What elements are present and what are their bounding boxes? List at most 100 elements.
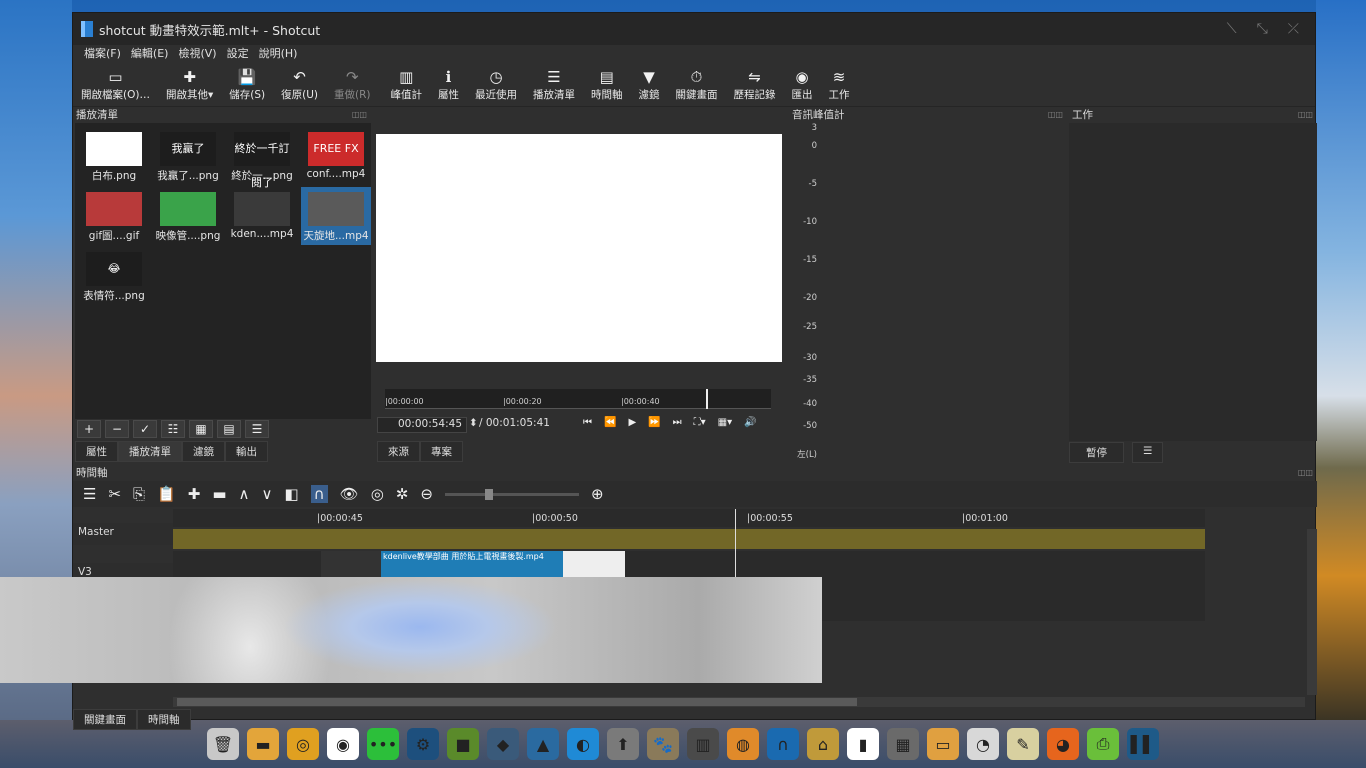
calculator-icon[interactable]: ▦: [887, 728, 919, 760]
playlist-btn-2[interactable]: ✓: [133, 420, 157, 438]
remove-icon[interactable]: ▬: [212, 485, 226, 503]
playlist-btn-5[interactable]: ▤: [217, 420, 241, 438]
shotcut-icon[interactable]: ▌▌: [1127, 728, 1159, 760]
menu-item[interactable]: 說明(H): [254, 45, 303, 63]
toolbar-button-9[interactable]: ▤ 時間軸: [587, 63, 627, 102]
playlist-btn-4[interactable]: ▦: [189, 420, 213, 438]
split-icon[interactable]: ◧: [284, 485, 298, 503]
pause-jobs-button[interactable]: 暫停: [1069, 442, 1124, 463]
left-tab[interactable]: 屬性: [75, 441, 118, 462]
grid-icon[interactable]: ▦▾: [718, 417, 732, 428]
files-icon[interactable]: ▬: [247, 728, 279, 760]
playlist-item[interactable]: FREE FX conf....mp4: [301, 127, 371, 185]
toolbar-button-12[interactable]: ⇋ 歷程記錄: [730, 63, 780, 102]
firefox-dev-icon[interactable]: ◐: [567, 728, 599, 760]
toolbar-button-13[interactable]: ◉ 匯出: [788, 63, 817, 102]
fast-forward-icon[interactable]: ⏩: [648, 417, 660, 428]
left-tab[interactable]: 濾鏡: [182, 441, 225, 462]
inkscape-icon[interactable]: ▲: [527, 728, 559, 760]
zoom-fit-icon[interactable]: ⛶▾: [694, 417, 706, 428]
trash-icon[interactable]: 🗑: [207, 728, 239, 760]
minecraft-icon[interactable]: ■: [447, 728, 479, 760]
scrub-bar[interactable]: |00:00:00 |00:00:20 |00:00:40: [385, 389, 771, 409]
steam-icon[interactable]: ⚙: [407, 728, 439, 760]
upload-icon[interactable]: ⬆: [607, 728, 639, 760]
ripple-all-icon[interactable]: ✲: [396, 485, 409, 503]
toolbar-button-11[interactable]: ⏱ 關鍵畫面: [672, 63, 722, 102]
toolbar-button-8[interactable]: ☰ 播放清單: [529, 63, 579, 102]
chrome-icon[interactable]: ◎: [287, 728, 319, 760]
toolbar-button-14[interactable]: ≋ 工作: [825, 63, 854, 102]
vertical-scrollbar[interactable]: [1307, 529, 1317, 695]
panel-float-icon[interactable]: ◫◫: [1298, 110, 1317, 119]
playlist-btn-1[interactable]: −: [105, 420, 129, 438]
zoom-in-icon[interactable]: ⊕: [591, 485, 604, 503]
toolbar-button-5[interactable]: ▥ 峰值計: [387, 63, 427, 102]
timeline-ruler[interactable]: |00:00:45 |00:00:50 |00:00:55 |00:01:00: [173, 509, 1205, 527]
menu-item[interactable]: 檢視(V): [173, 45, 221, 63]
cut-icon[interactable]: ✂: [108, 485, 121, 503]
play-icon[interactable]: ▶: [628, 417, 636, 428]
skip-next-icon[interactable]: ⏭: [673, 417, 682, 428]
toolbar-button-6[interactable]: ℹ 屬性: [434, 63, 463, 102]
playlist-item[interactable]: 天旋地...mp4: [301, 187, 371, 245]
ripple-icon[interactable]: ◎: [371, 485, 384, 503]
audio-icon[interactable]: ∩: [767, 728, 799, 760]
spin-arrows-icon[interactable]: ⬍: [469, 417, 478, 429]
playlist-btn-3[interactable]: ☷: [161, 420, 185, 438]
playlist-item[interactable]: 😂 表情符...png: [79, 247, 149, 305]
viewer-tab[interactable]: 專案: [420, 441, 463, 462]
playlist-item[interactable]: 終於一千訂閱了 終於一...png: [227, 127, 297, 189]
notes-icon[interactable]: ▭: [927, 728, 959, 760]
panel-float-icon[interactable]: ◫◫: [1048, 110, 1067, 119]
menu-item[interactable]: 設定: [222, 45, 254, 63]
menu-item[interactable]: 檔案(F): [79, 45, 126, 63]
piano-icon[interactable]: ▮: [847, 728, 879, 760]
volume-icon[interactable]: 🔊: [744, 417, 756, 428]
film-icon[interactable]: ▥: [687, 728, 719, 760]
toolbar-button-0[interactable]: ▭ 開啟檔案(O)…: [77, 63, 154, 102]
jobs-menu-button[interactable]: ☰: [1132, 442, 1164, 463]
printer-icon[interactable]: ⎙: [1087, 728, 1119, 760]
disk-icon[interactable]: ◔: [967, 728, 999, 760]
toolbar-button-2[interactable]: 💾 儲存(S): [225, 63, 269, 102]
music-icon[interactable]: ◉: [327, 728, 359, 760]
toolbar-button-3[interactable]: ↶ 復原(U): [277, 63, 322, 102]
zoom-slider-handle[interactable]: [484, 488, 493, 500]
blender-icon[interactable]: ◍: [727, 728, 759, 760]
playlist-item[interactable]: gif圖....gif: [79, 187, 149, 245]
toolbar-button-10[interactable]: ▼ 濾鏡: [635, 63, 664, 102]
left-tab[interactable]: 播放清單: [118, 441, 182, 462]
menu-item[interactable]: 編輯(E): [126, 45, 174, 63]
skip-previous-icon[interactable]: ⏮: [583, 417, 592, 428]
gimp-icon[interactable]: 🐾: [647, 728, 679, 760]
playlist-item[interactable]: 映像管....png: [153, 187, 223, 245]
master-track-header[interactable]: Master: [73, 523, 173, 545]
scrub-drag-icon[interactable]: 👁: [340, 485, 359, 503]
snap-icon[interactable]: ∩: [310, 485, 328, 503]
zoom-slider[interactable]: [444, 488, 579, 500]
left-tab[interactable]: 輸出: [225, 441, 268, 462]
toolbar-button-1[interactable]: ✚ 開啟其他▾: [162, 63, 217, 102]
scrub-playhead[interactable]: [706, 389, 708, 409]
lift-icon[interactable]: ∧: [239, 485, 250, 503]
timeline-menu-icon[interactable]: ☰: [83, 485, 96, 503]
cube-icon[interactable]: ◆: [487, 728, 519, 760]
playlist-item[interactable]: kden....mp4: [227, 187, 297, 245]
tools-icon[interactable]: ✎: [1007, 728, 1039, 760]
scrollbar-thumb[interactable]: [177, 698, 857, 706]
overwrite-icon[interactable]: ∨: [261, 485, 272, 503]
horizontal-scrollbar[interactable]: [173, 697, 1305, 707]
toolbar-button-4[interactable]: ↷ 重做(R): [330, 63, 375, 102]
viewer-tab[interactable]: 來源: [377, 441, 420, 462]
timecode-field[interactable]: 00:00:54:45: [377, 417, 467, 433]
minimize-icon[interactable]: ⟍: [1227, 21, 1237, 37]
paste-icon[interactable]: 📋: [157, 485, 176, 503]
ardour-icon[interactable]: ⌂: [807, 728, 839, 760]
append-icon[interactable]: ✚: [188, 485, 201, 503]
chat-icon[interactable]: •••: [367, 728, 399, 760]
playlist-item[interactable]: 我贏了 我贏了...png: [153, 127, 223, 185]
close-icon[interactable]: ⤫: [1288, 21, 1299, 37]
panel-float-icon[interactable]: ◫◫: [1298, 468, 1317, 477]
zoom-out-icon[interactable]: ⊖: [420, 485, 433, 503]
